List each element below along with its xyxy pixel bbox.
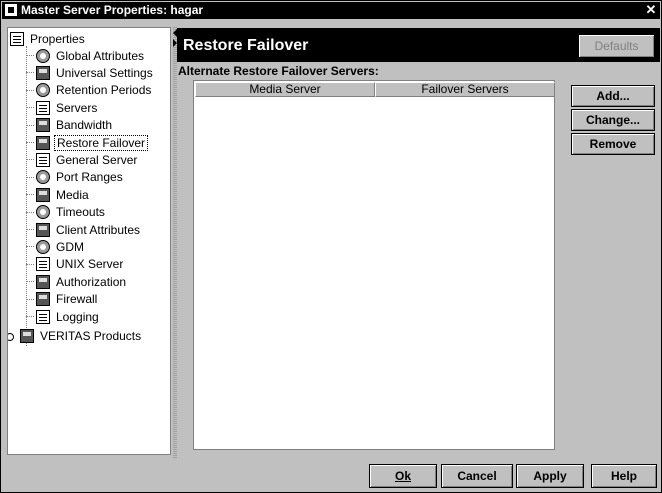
globe-icon xyxy=(36,48,50,63)
tree-item-veritas-products[interactable]: VERITAS Products xyxy=(8,327,143,344)
tree-connector xyxy=(26,124,34,126)
gdm-icon xyxy=(36,239,50,254)
bandwidth-icon xyxy=(36,118,50,133)
remove-button[interactable]: Remove xyxy=(571,133,655,155)
tree-connector xyxy=(26,89,34,91)
tree-connector xyxy=(26,211,34,213)
tree-connector xyxy=(26,72,34,74)
tree-connector xyxy=(26,142,34,143)
port-ranges-icon xyxy=(36,170,50,185)
tree-connector xyxy=(26,55,34,56)
column-header-failover-servers[interactable]: Failover Servers xyxy=(375,82,555,97)
title-bar[interactable]: Master Server Properties: hagar ✕ xyxy=(2,2,660,19)
tree-item-port-ranges[interactable]: Port Ranges xyxy=(26,169,125,186)
ok-button[interactable]: Ok xyxy=(369,464,437,488)
restore-failover-icon xyxy=(36,135,50,150)
tree-item-logging[interactable]: Logging xyxy=(26,308,101,325)
add-button[interactable]: Add... xyxy=(571,85,655,107)
properties-icon xyxy=(10,31,24,46)
tree-item-label: Restore Failover xyxy=(54,134,149,151)
tree-item-label: Client Attributes xyxy=(56,222,141,237)
tree-item-label: Retention Periods xyxy=(56,83,152,98)
tree-item-authorization[interactable]: Authorization xyxy=(26,273,128,290)
tree-item-label: UNIX Server xyxy=(56,257,124,272)
client-attributes-icon xyxy=(36,222,50,237)
tree-item-label: Universal Settings xyxy=(56,65,153,80)
window-menu-icon[interactable] xyxy=(5,4,17,16)
tree-item-timeouts[interactable]: Timeouts xyxy=(26,204,107,221)
properties-window: Master Server Properties: hagar ✕ Proper… xyxy=(0,0,662,493)
tree-item-label: Port Ranges xyxy=(56,170,123,185)
tree-item-gdm[interactable]: GDM xyxy=(26,238,86,255)
servers-icon xyxy=(36,100,50,115)
tree-item-general-server[interactable]: General Server xyxy=(26,151,139,168)
tree-connector xyxy=(26,246,34,248)
tree-item-servers[interactable]: Servers xyxy=(26,99,99,116)
general-server-icon xyxy=(36,152,50,167)
tree-item-unix-server[interactable]: UNIX Server xyxy=(26,256,125,273)
tree-item-client-attributes[interactable]: Client Attributes xyxy=(26,221,142,238)
cancel-button[interactable]: Cancel xyxy=(441,464,513,488)
veritas-products-label: VERITAS Products xyxy=(40,328,142,343)
dialog-footer: Ok Cancel Apply Help xyxy=(1,461,661,493)
tree-item-label: Timeouts xyxy=(56,205,105,220)
tree-item-label: Bandwidth xyxy=(56,118,113,133)
tree-root-label: Properties xyxy=(30,31,85,46)
tree-item-label: Logging xyxy=(56,309,99,324)
panel-header: Restore Failover Defaults xyxy=(177,28,660,62)
tree-connector xyxy=(26,107,34,109)
tree-connector xyxy=(26,298,34,300)
authorization-icon xyxy=(36,274,50,289)
tree-item-retention-periods[interactable]: Retention Periods xyxy=(26,82,153,99)
tree-connector xyxy=(26,194,34,196)
tree-item-label: GDM xyxy=(56,239,84,254)
settings-icon xyxy=(36,65,50,80)
failover-servers-caption: Alternate Restore Failover Servers: xyxy=(178,64,379,78)
properties-tree[interactable]: Properties Global Attributes Universal Se… xyxy=(7,27,171,455)
window-title: Master Server Properties: hagar xyxy=(21,3,204,17)
tree-item-label: Servers xyxy=(56,100,98,115)
tree-connector xyxy=(26,176,34,178)
logging-icon xyxy=(36,309,50,324)
tree-item-restore-failover[interactable]: Restore Failover xyxy=(26,134,149,151)
tree-connector xyxy=(26,229,34,230)
tree-connector xyxy=(26,281,34,283)
expand-icon[interactable] xyxy=(8,333,14,341)
tree-connector xyxy=(26,159,34,161)
firewall-icon xyxy=(36,292,50,307)
veritas-products-icon xyxy=(20,328,34,343)
defaults-button[interactable]: Defaults xyxy=(578,34,655,58)
close-button[interactable]: ✕ xyxy=(644,3,658,17)
tree-connector xyxy=(26,316,34,317)
tree-connector xyxy=(26,263,34,265)
tree-item-universal-settings[interactable]: Universal Settings xyxy=(26,64,155,81)
tree-item-label: Media xyxy=(56,187,89,202)
tree-item-label: General Server xyxy=(56,152,138,167)
tree-item-media[interactable]: Media xyxy=(26,186,91,203)
pane-splitter[interactable] xyxy=(173,27,177,459)
timeouts-icon xyxy=(36,205,50,220)
tree-item-bandwidth[interactable]: Bandwidth xyxy=(26,117,114,134)
change-button[interactable]: Change... xyxy=(571,109,655,131)
tree-item-label: Firewall xyxy=(56,292,98,307)
tree-root[interactable]: Properties xyxy=(10,30,87,47)
column-header-media-server[interactable]: Media Server xyxy=(195,82,375,97)
tree-item-label: Global Attributes xyxy=(56,48,145,63)
unix-server-icon xyxy=(36,257,50,272)
tree-item-firewall[interactable]: Firewall xyxy=(26,291,99,308)
retention-icon xyxy=(36,83,50,98)
failover-servers-table[interactable]: Media Server Failover Servers xyxy=(193,80,555,450)
media-icon xyxy=(36,187,50,202)
apply-button[interactable]: Apply xyxy=(516,464,584,488)
tree-item-label: Authorization xyxy=(56,274,127,289)
panel-title: Restore Failover xyxy=(183,37,309,54)
tree-item-global-attributes[interactable]: Global Attributes xyxy=(26,47,146,64)
help-button[interactable]: Help xyxy=(591,464,657,488)
